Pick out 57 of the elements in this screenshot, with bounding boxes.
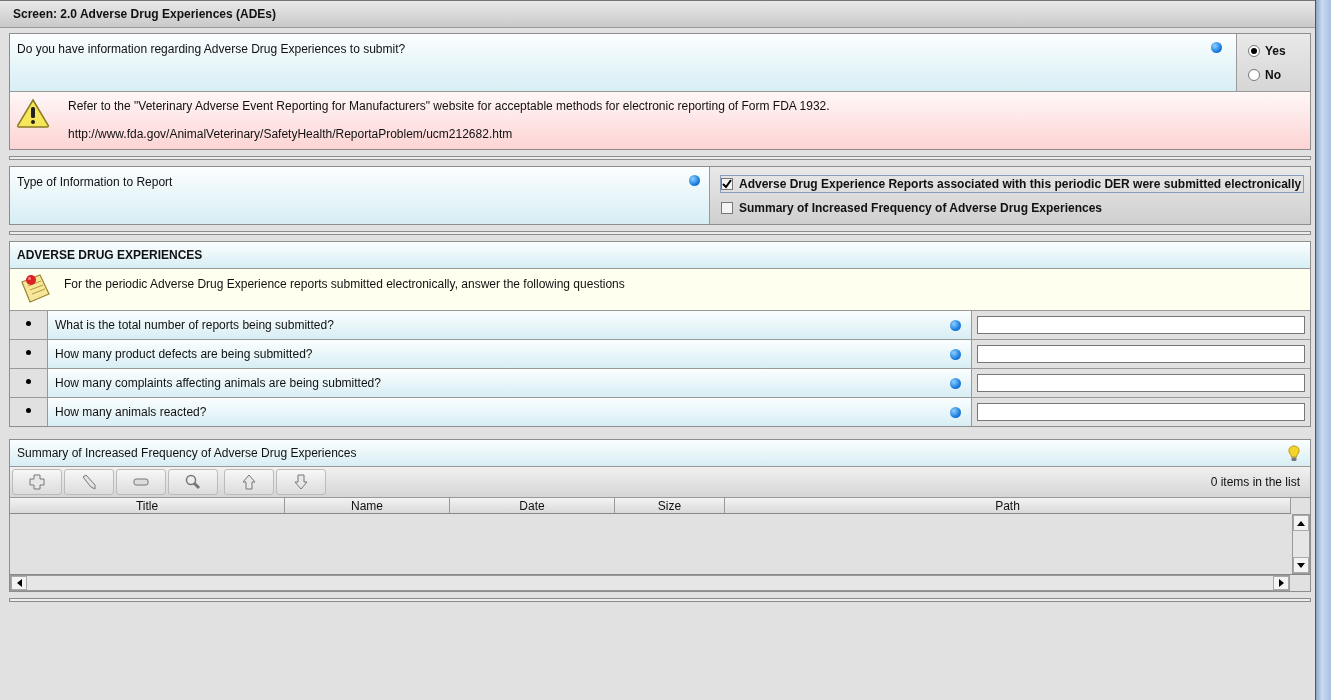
vertical-scrollbar[interactable] <box>1292 514 1310 574</box>
answer-field[interactable] <box>977 374 1305 392</box>
bullet-icon <box>26 350 31 355</box>
column-header[interactable]: Date <box>450 498 615 514</box>
pencil-icon <box>80 474 98 490</box>
move-down-button[interactable] <box>276 469 326 495</box>
search-icon <box>184 474 202 490</box>
required-dot-icon <box>950 377 961 389</box>
question-label: Do you have information regarding Adverse Drug Experiences to submit? <box>17 42 406 58</box>
website-link[interactable]: http://www.fda.gov/AnimalVeterinary/SafetyHealth/ReportaProblem/ucm212682.htm <box>68 127 830 141</box>
required-dot-icon <box>1211 42 1222 53</box>
answer-field[interactable] <box>977 403 1305 421</box>
column-header[interactable]: Size <box>615 498 725 514</box>
column-header[interactable]: Name <box>285 498 450 514</box>
question-label: How many animals reacted? <box>55 405 207 419</box>
checkmark-icon <box>722 179 732 189</box>
checkbox-option[interactable]: Summary of Increased Frequency of Adverse Drug Experiences <box>720 199 1106 217</box>
instruction-text: For the periodic Adverse Drug Experience reports submitted electronically, answer the following questions <box>64 276 625 293</box>
note-icon <box>18 272 52 304</box>
item-count: 0 items in the list <box>1210 475 1300 489</box>
up-arrow-icon <box>240 474 258 490</box>
search-button[interactable] <box>168 469 218 495</box>
warning-text: Refer to the "Veterinary Adverse Event Reporting for Manufacturers" website for acceptable methods for electronic reporting of Form FDA 1932. <box>68 99 830 113</box>
section-title: ADVERSE DRUG EXPERIENCES <box>10 242 1310 269</box>
answer-field[interactable] <box>977 316 1305 334</box>
question-label: What is the total number of reports being submitted? <box>55 318 334 332</box>
question-label: How many complaints affecting animals are being submitted? <box>55 376 381 390</box>
bullet-icon <box>26 321 31 326</box>
down-arrow-icon <box>292 474 310 490</box>
bullet-icon <box>26 408 31 413</box>
radio-option[interactable]: No <box>1248 67 1310 83</box>
bullet-icon <box>26 379 31 384</box>
radio-option[interactable]: Yes <box>1248 43 1310 59</box>
horizontal-scrollbar[interactable] <box>10 575 1290 591</box>
scroll-left-icon <box>16 579 22 587</box>
scroll-up-icon <box>1297 520 1305 526</box>
screen-title: Screen: 2.0 Adverse Drug Experiences (ADEs) <box>0 0 1315 28</box>
checkbox-option[interactable]: Adverse Drug Experience Reports associated with this periodic DER were submitted electronically <box>720 175 1305 193</box>
question-label: How many product defects are being submitted? <box>55 347 313 361</box>
scroll-right-icon <box>1278 579 1284 587</box>
required-dot-icon <box>950 319 961 331</box>
edit-button[interactable] <box>64 469 114 495</box>
warning-icon <box>16 98 50 128</box>
required-dot-icon <box>950 348 961 360</box>
remove-button[interactable] <box>116 469 166 495</box>
plus-icon <box>28 474 46 490</box>
scroll-down-icon <box>1297 562 1305 568</box>
answer-field[interactable] <box>977 345 1305 363</box>
move-up-button[interactable] <box>224 469 274 495</box>
lightbulb-icon <box>1288 444 1300 462</box>
add-button[interactable] <box>12 469 62 495</box>
required-dot-icon <box>689 175 700 186</box>
section-title: Summary of Increased Frequency of Adverse Drug Experiences <box>17 446 357 460</box>
column-header[interactable]: Title <box>10 498 285 514</box>
column-header[interactable]: Path <box>725 498 1291 514</box>
type-label: Type of Information to Report <box>17 175 173 191</box>
required-dot-icon <box>950 406 961 418</box>
